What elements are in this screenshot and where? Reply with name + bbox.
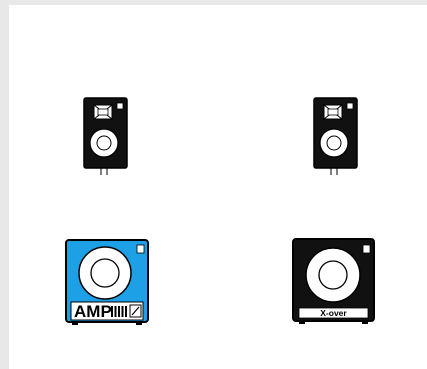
amplifier: AMP — [65, 239, 149, 325]
crossover-foot — [299, 321, 305, 324]
crossover: X-over — [292, 238, 375, 324]
amplifier-foot — [72, 322, 78, 325]
speaker-right — [313, 97, 358, 175]
badge-icon — [362, 244, 371, 254]
amplifier-foot — [136, 322, 142, 325]
amp-label: AMP — [74, 302, 112, 321]
device-diagram: AMP X-over — [65, 97, 375, 325]
badge-icon — [116, 102, 124, 110]
badge-icon — [346, 102, 354, 110]
crossover-label: X-over — [320, 308, 347, 318]
diagram-canvas: AMP X-over — [9, 5, 427, 369]
crossover-foot — [362, 321, 368, 324]
badge-icon — [136, 244, 145, 254]
speaker-left — [83, 97, 128, 175]
